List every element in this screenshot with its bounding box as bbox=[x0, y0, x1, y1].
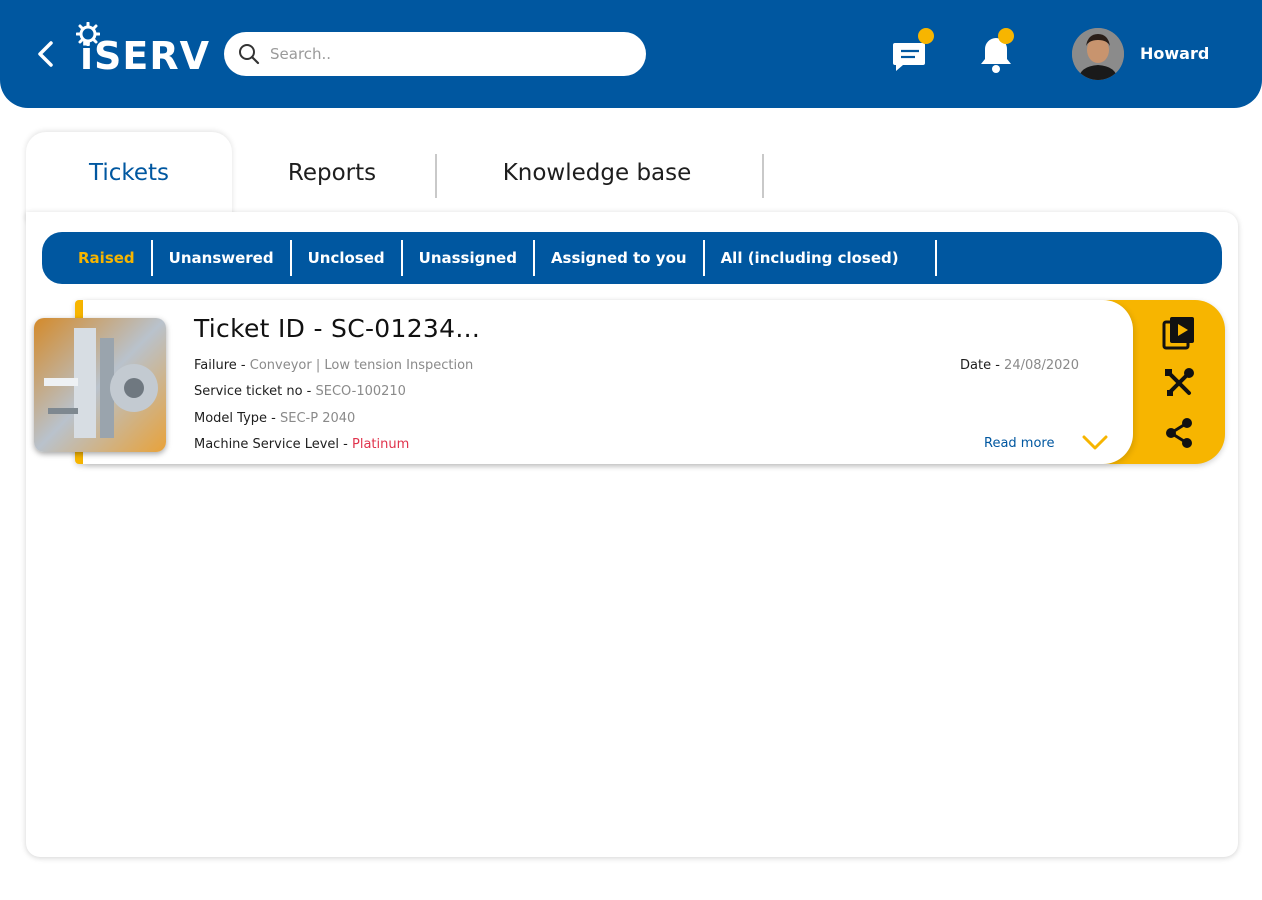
model-type-label: Model Type bbox=[194, 411, 268, 426]
service-ticket-value: SECO-100210 bbox=[315, 384, 406, 399]
date-label: Date bbox=[960, 358, 992, 373]
model-type-row: Model Type - SEC-P 2040 bbox=[194, 411, 356, 426]
service-level-row: Machine Service Level - Platinum bbox=[194, 437, 410, 452]
ticket-thumbnail bbox=[34, 318, 166, 452]
username[interactable]: Howard bbox=[1140, 44, 1209, 63]
chat-notification-dot bbox=[918, 28, 934, 44]
back-button[interactable] bbox=[30, 36, 60, 72]
notification-dot bbox=[998, 28, 1014, 44]
search-icon bbox=[239, 44, 260, 65]
filter-unanswered[interactable]: Unanswered bbox=[153, 240, 292, 276]
share-icon[interactable] bbox=[1162, 416, 1196, 450]
ticket-date: Date - 24/08/2020 bbox=[960, 358, 1079, 373]
service-level-label: Machine Service Level bbox=[194, 437, 340, 452]
avatar[interactable] bbox=[1072, 28, 1124, 80]
failure-value: Conveyor | Low tension Inspection bbox=[249, 358, 474, 373]
filter-all-including-closed[interactable]: All (including closed) bbox=[705, 240, 937, 276]
search-input[interactable] bbox=[270, 45, 630, 63]
filter-unclosed[interactable]: Unclosed bbox=[292, 240, 403, 276]
user-avatar-icon bbox=[1072, 28, 1124, 80]
chevron-left-icon bbox=[38, 41, 53, 67]
tab-reports[interactable]: Reports bbox=[232, 132, 432, 212]
filter-raised[interactable]: Raised bbox=[78, 240, 153, 276]
date-value: 24/08/2020 bbox=[1004, 358, 1079, 373]
notifications-button[interactable] bbox=[978, 28, 1014, 78]
tab-tickets[interactable]: Tickets bbox=[26, 132, 232, 222]
filter-assigned-to-you[interactable]: Assigned to you bbox=[535, 240, 705, 276]
play-video-icon[interactable] bbox=[1162, 316, 1196, 350]
machine-image bbox=[34, 318, 166, 452]
chevron-down-icon[interactable] bbox=[1082, 434, 1108, 452]
filter-bar: Raised Unanswered Unclosed Unassigned As… bbox=[42, 232, 1222, 284]
filter-unassigned[interactable]: Unassigned bbox=[403, 240, 535, 276]
service-level-value: Platinum bbox=[352, 437, 410, 452]
service-ticket-label: Service ticket no bbox=[194, 384, 303, 399]
search-bar[interactable] bbox=[224, 32, 646, 76]
chat-button[interactable] bbox=[892, 28, 934, 78]
ticket-title[interactable]: Ticket ID - SC-01234... bbox=[194, 314, 480, 343]
tab-knowledge-base[interactable]: Knowledge base bbox=[437, 132, 757, 212]
model-type-value: SEC-P 2040 bbox=[280, 411, 356, 426]
failure-row: Failure - Conveyor | Low tension Inspect… bbox=[194, 358, 474, 373]
tab-divider bbox=[762, 154, 764, 198]
service-ticket-row: Service ticket no - SECO-100210 bbox=[194, 384, 406, 399]
logo-text: iSERV bbox=[80, 34, 211, 78]
read-more-link[interactable]: Read more bbox=[984, 436, 1054, 451]
logo: iSERV bbox=[76, 22, 209, 78]
failure-label: Failure bbox=[194, 358, 237, 373]
tools-icon[interactable] bbox=[1162, 366, 1196, 400]
app-header: iSERV Howard bbox=[0, 0, 1262, 108]
